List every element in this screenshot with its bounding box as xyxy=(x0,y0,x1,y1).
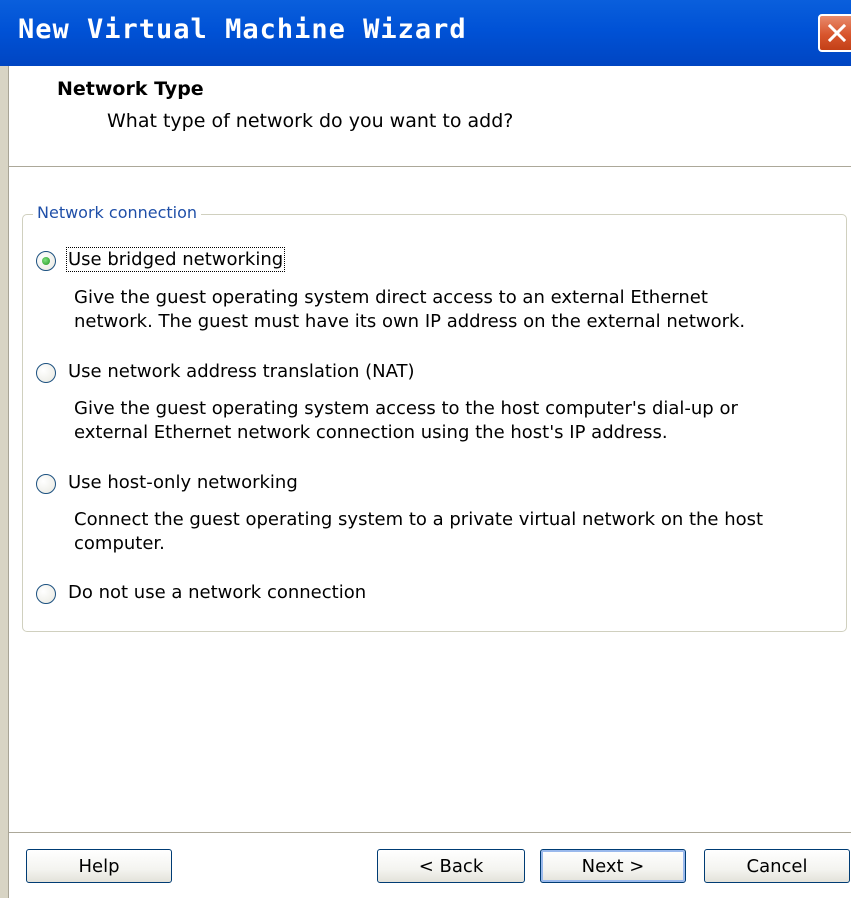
radio-nat[interactable] xyxy=(36,363,56,383)
description-line: external Ethernet network connection usi… xyxy=(74,422,668,443)
title-bar[interactable]: New Virtual Machine Wizard xyxy=(0,0,851,66)
description-line: Connect the guest operating system to a … xyxy=(74,509,764,530)
window-frame-left xyxy=(0,66,9,898)
description-line: network. The guest must have its own IP … xyxy=(74,311,746,332)
option-label-bridged[interactable]: Use bridged networking xyxy=(65,247,286,272)
button-separator-highlight xyxy=(9,833,851,834)
close-button[interactable] xyxy=(818,14,851,52)
option-description-nat: Give the guest operating system access t… xyxy=(74,397,824,445)
option-description-bridged: Give the guest operating system direct a… xyxy=(74,286,824,334)
description-line: computer. xyxy=(74,533,165,554)
option-description-host-only: Connect the guest operating system to a … xyxy=(74,508,824,556)
page-title: Network Type xyxy=(57,78,204,100)
page-subtitle: What type of network do you want to add? xyxy=(107,110,514,132)
description-line: Give the guest operating system direct a… xyxy=(74,287,708,308)
radio-no-network[interactable] xyxy=(36,584,56,604)
radio-host-only[interactable] xyxy=(36,474,56,494)
option-label-nat[interactable]: Use network address translation (NAT) xyxy=(68,361,415,382)
cancel-button[interactable]: Cancel xyxy=(704,849,850,883)
help-button[interactable]: Help xyxy=(26,849,172,883)
group-label: Network connection xyxy=(33,203,202,222)
next-button[interactable]: Next > xyxy=(540,849,686,883)
option-label-no-network[interactable]: Do not use a network connection xyxy=(68,582,366,603)
back-button[interactable]: < Back xyxy=(377,849,525,883)
wizard-header: Network Type What type of network do you… xyxy=(9,66,851,167)
option-label-host-only[interactable]: Use host-only networking xyxy=(68,472,298,493)
radio-bridged[interactable] xyxy=(36,251,56,271)
close-icon xyxy=(828,24,846,42)
window-title: New Virtual Machine Wizard xyxy=(18,14,467,45)
description-line: Give the guest operating system access t… xyxy=(74,398,738,419)
